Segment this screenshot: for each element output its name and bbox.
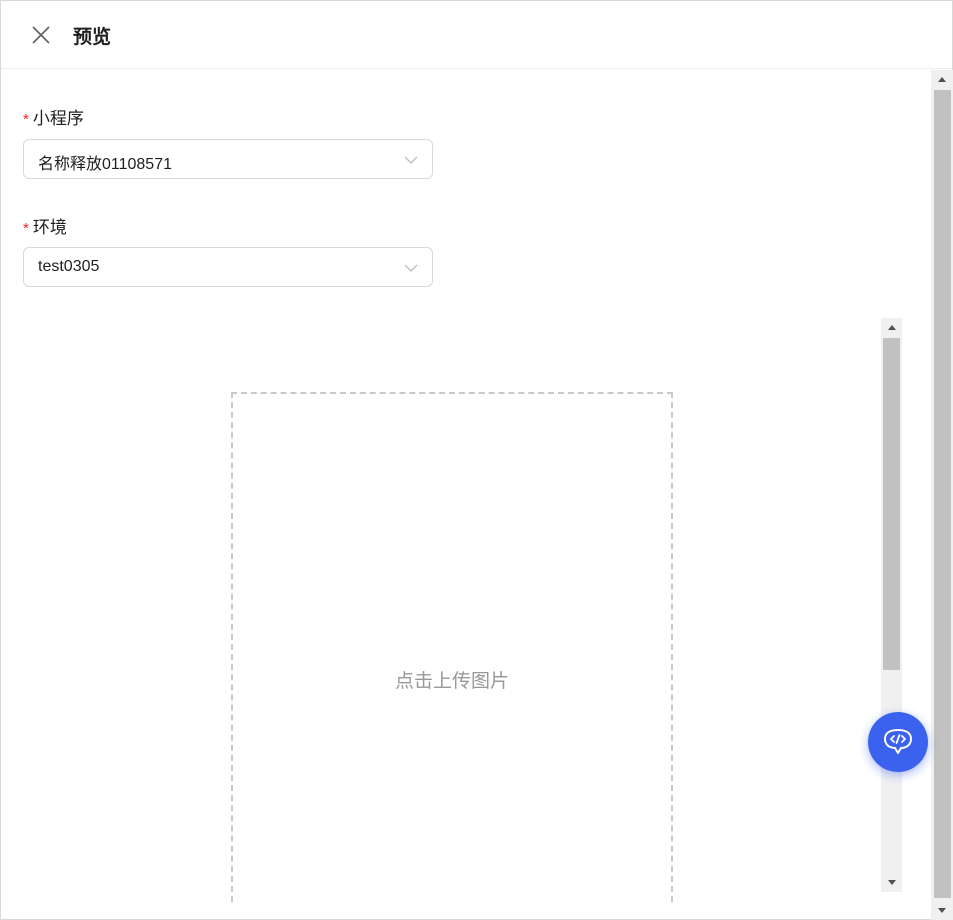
environment-select[interactable]: test0305: [23, 247, 433, 287]
environment-label: * 环境: [23, 213, 67, 238]
close-icon: [32, 26, 50, 44]
code-chat-icon: [884, 729, 912, 754]
chevron-down-icon: [404, 264, 418, 272]
page-title: 预览: [73, 27, 112, 48]
miniprogram-label-text: 小程序: [32, 109, 84, 128]
code-assistant-button[interactable]: [868, 712, 928, 772]
scroll-down-button[interactable]: [931, 900, 953, 920]
arrow-up-icon: [887, 325, 896, 330]
required-mark: *: [23, 111, 29, 128]
required-mark: *: [23, 220, 29, 237]
image-upload-area[interactable]: 点击上传图片: [231, 392, 673, 902]
arrow-down-icon: [938, 908, 946, 913]
arrow-down-icon: [887, 880, 896, 885]
panel-header: 预览: [1, 1, 952, 69]
upload-hint: 点击上传图片: [394, 671, 509, 692]
scroll-up-button[interactable]: [931, 70, 953, 90]
miniprogram-label: * 小程序: [23, 104, 84, 129]
miniprogram-select[interactable]: 名称释放01108571: [23, 139, 433, 179]
scroll-down-button[interactable]: [881, 872, 902, 892]
close-button[interactable]: [29, 23, 53, 47]
scroll-thumb[interactable]: [934, 90, 951, 898]
scroll-thumb[interactable]: [883, 338, 900, 670]
preview-panel: 预览 * 小程序 名称释放01108571 * 环境 test0305 点击上传图片: [0, 0, 953, 920]
preview-scrollbar[interactable]: [881, 318, 902, 892]
chevron-down-icon: [404, 156, 418, 164]
panel-scrollbar[interactable]: [931, 70, 953, 920]
environment-select-value: test0305: [38, 258, 100, 275]
scroll-up-button[interactable]: [881, 318, 902, 338]
arrow-up-icon: [938, 77, 946, 82]
miniprogram-select-value: 名称释放01108571: [38, 156, 173, 173]
environment-label-text: 环境: [32, 218, 67, 237]
